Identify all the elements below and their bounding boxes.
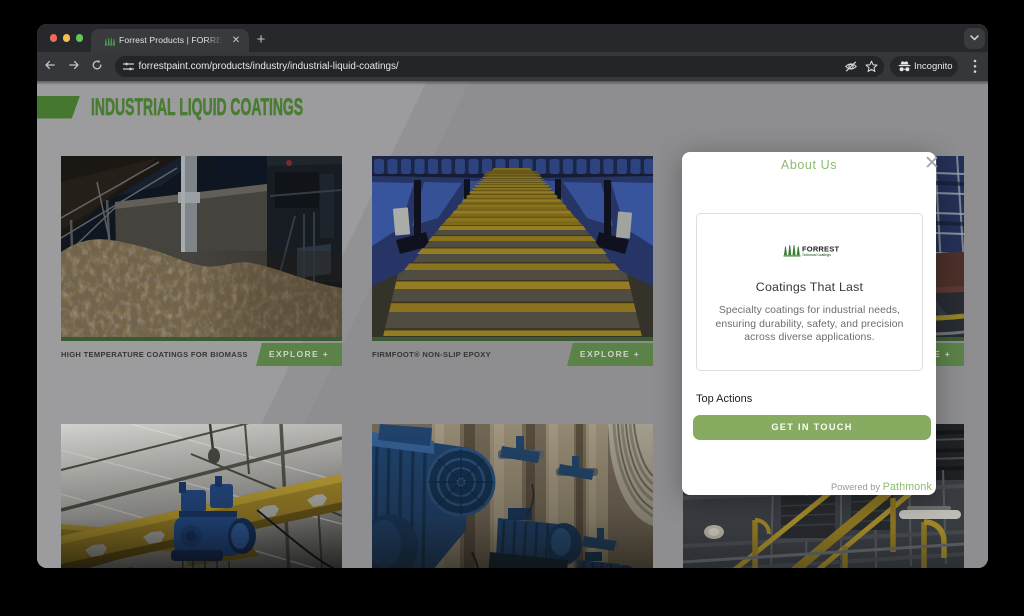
svg-text:FORREST: FORREST	[802, 245, 839, 254]
svg-text:Technical Coatings: Technical Coatings	[802, 253, 831, 257]
